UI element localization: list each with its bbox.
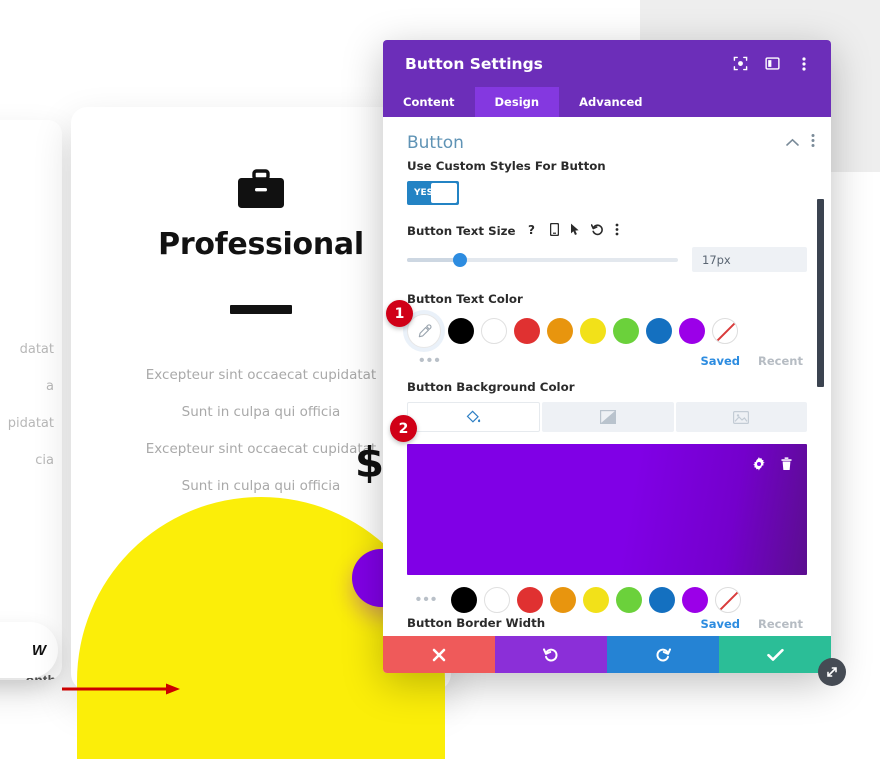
- modal-header: Button Settings: [383, 40, 831, 87]
- layout-icon[interactable]: [759, 51, 785, 77]
- color-swatch-purple[interactable]: [679, 318, 705, 344]
- hover-icon[interactable]: [570, 223, 580, 239]
- use-custom-styles-toggle[interactable]: YES: [407, 181, 459, 205]
- field-use-custom-styles: Use Custom Styles For Button YES: [383, 159, 831, 205]
- modal-body: Button Use Custom Styles For Button YES: [383, 117, 831, 636]
- color-swatch-yellow[interactable]: [583, 587, 609, 613]
- ellipsis-icon[interactable]: •••: [407, 352, 442, 370]
- color-swatch-white[interactable]: [484, 587, 510, 613]
- saved-tab[interactable]: Saved: [700, 354, 740, 368]
- field-icon-group: ?: [528, 222, 619, 239]
- label-text: Button Text Size: [407, 224, 516, 238]
- trash-icon[interactable]: [780, 457, 793, 476]
- modal-scrollbar[interactable]: [817, 199, 824, 387]
- left-card-feature: pidatat: [7, 416, 54, 431]
- paint-bucket-icon[interactable]: [407, 402, 541, 432]
- color-swatch-orange[interactable]: [547, 318, 573, 344]
- color-swatch-red[interactable]: [514, 318, 540, 344]
- redo-icon: [656, 647, 671, 661]
- color-swatch-green[interactable]: [616, 587, 642, 613]
- recent-tab[interactable]: Recent: [758, 354, 803, 368]
- tab-design[interactable]: Design: [474, 87, 560, 117]
- field-button-text-size: Button Text Size ?: [383, 222, 831, 272]
- field-button-background-color: Button Background Color: [383, 380, 831, 432]
- slider-handle[interactable]: [453, 252, 468, 267]
- button-settings-modal: Button Settings Content Design Advanced …: [383, 40, 831, 673]
- annotation-badge-2: 2: [390, 415, 417, 442]
- color-swatch-yellow[interactable]: [580, 318, 606, 344]
- toggle-value: YES: [414, 188, 434, 198]
- color-swatch-none[interactable]: [712, 318, 738, 344]
- undo-icon: [543, 647, 558, 661]
- svg-text:?: ?: [528, 223, 535, 236]
- left-card-feature: datat: [19, 342, 54, 357]
- button-border-width-label: Button Border Width: [407, 616, 546, 630]
- gear-icon[interactable]: [752, 457, 766, 476]
- modal-footer: [383, 636, 831, 673]
- help-icon[interactable]: ?: [528, 223, 539, 239]
- preview-tools: [752, 457, 793, 476]
- cancel-button[interactable]: [383, 636, 495, 673]
- modal-tabs: Content Design Advanced: [383, 87, 831, 117]
- color-swatch-orange[interactable]: [550, 587, 576, 613]
- field-kebab-menu-icon[interactable]: [615, 223, 619, 239]
- divider: [230, 305, 292, 314]
- modal-title: Button Settings: [405, 54, 543, 73]
- text-color-footer-row: ••• Saved Recent: [407, 352, 807, 370]
- background-color-preview[interactable]: [407, 444, 807, 575]
- ellipsis-icon[interactable]: •••: [410, 591, 444, 609]
- check-icon: [766, 648, 784, 661]
- color-swatch-purple[interactable]: [682, 587, 708, 613]
- target-icon[interactable]: [727, 51, 753, 77]
- button-text-size-control: [407, 247, 807, 272]
- saved-recent-group: Saved Recent: [700, 354, 807, 368]
- button-text-size-slider[interactable]: [407, 252, 678, 267]
- saved-tab[interactable]: Saved: [700, 617, 740, 631]
- annotation-badge-1: 1: [386, 300, 413, 327]
- left-partial-pricing-card: datat a pidatat cia onth: [0, 120, 62, 680]
- saved-recent-group: Saved Recent: [700, 617, 807, 631]
- image-icon[interactable]: [675, 402, 807, 432]
- redo-button[interactable]: [607, 636, 719, 673]
- save-button[interactable]: [719, 636, 831, 673]
- field-button-text-color: Button Text Color ••• Saved Recent: [383, 292, 831, 370]
- button-text-color-label: Button Text Color: [407, 292, 523, 306]
- eyedropper-icon[interactable]: [407, 314, 441, 348]
- section-kebab-menu-icon[interactable]: [811, 133, 815, 153]
- close-icon: [432, 648, 446, 661]
- button-text-size-input[interactable]: [692, 247, 807, 272]
- color-swatch-red[interactable]: [517, 587, 543, 613]
- use-custom-styles-label: Use Custom Styles For Button: [407, 159, 606, 173]
- screenshot-stage: datat a pidatat cia onth W Professional …: [0, 0, 880, 759]
- button-background-color-label: Button Background Color: [407, 380, 575, 394]
- left-card-feature: a: [46, 379, 54, 394]
- color-swatch-black[interactable]: [451, 587, 477, 613]
- section-header-button: Button: [383, 117, 831, 159]
- color-swatch-black[interactable]: [448, 318, 474, 344]
- color-swatch-blue[interactable]: [649, 587, 675, 613]
- resize-handle[interactable]: [818, 658, 846, 686]
- recent-tab[interactable]: Recent: [758, 617, 803, 631]
- color-swatch-none[interactable]: [715, 587, 741, 613]
- chevron-up-icon[interactable]: [786, 134, 799, 152]
- tab-content[interactable]: Content: [383, 87, 475, 117]
- slider-fill: [407, 257, 456, 262]
- color-swatch-blue[interactable]: [646, 318, 672, 344]
- reset-icon[interactable]: [590, 223, 604, 239]
- kebab-menu-icon[interactable]: [791, 51, 817, 77]
- color-swatch-white[interactable]: [481, 318, 507, 344]
- responsive-icon[interactable]: [549, 222, 559, 239]
- background-type-tabs: [407, 402, 807, 432]
- button-text-color-swatches: [407, 314, 807, 348]
- background-color-swatches: •••: [407, 587, 807, 613]
- left-card-cta-button[interactable]: W: [0, 622, 58, 678]
- tab-advanced[interactable]: Advanced: [559, 87, 662, 117]
- color-swatch-green[interactable]: [613, 318, 639, 344]
- undo-button[interactable]: [495, 636, 607, 673]
- toggle-knob: [431, 183, 457, 203]
- gradient-icon[interactable]: [542, 402, 674, 432]
- red-arrow-annotation: [62, 683, 180, 695]
- button-text-size-label: Button Text Size ?: [407, 222, 807, 239]
- section-title: Button: [407, 133, 464, 153]
